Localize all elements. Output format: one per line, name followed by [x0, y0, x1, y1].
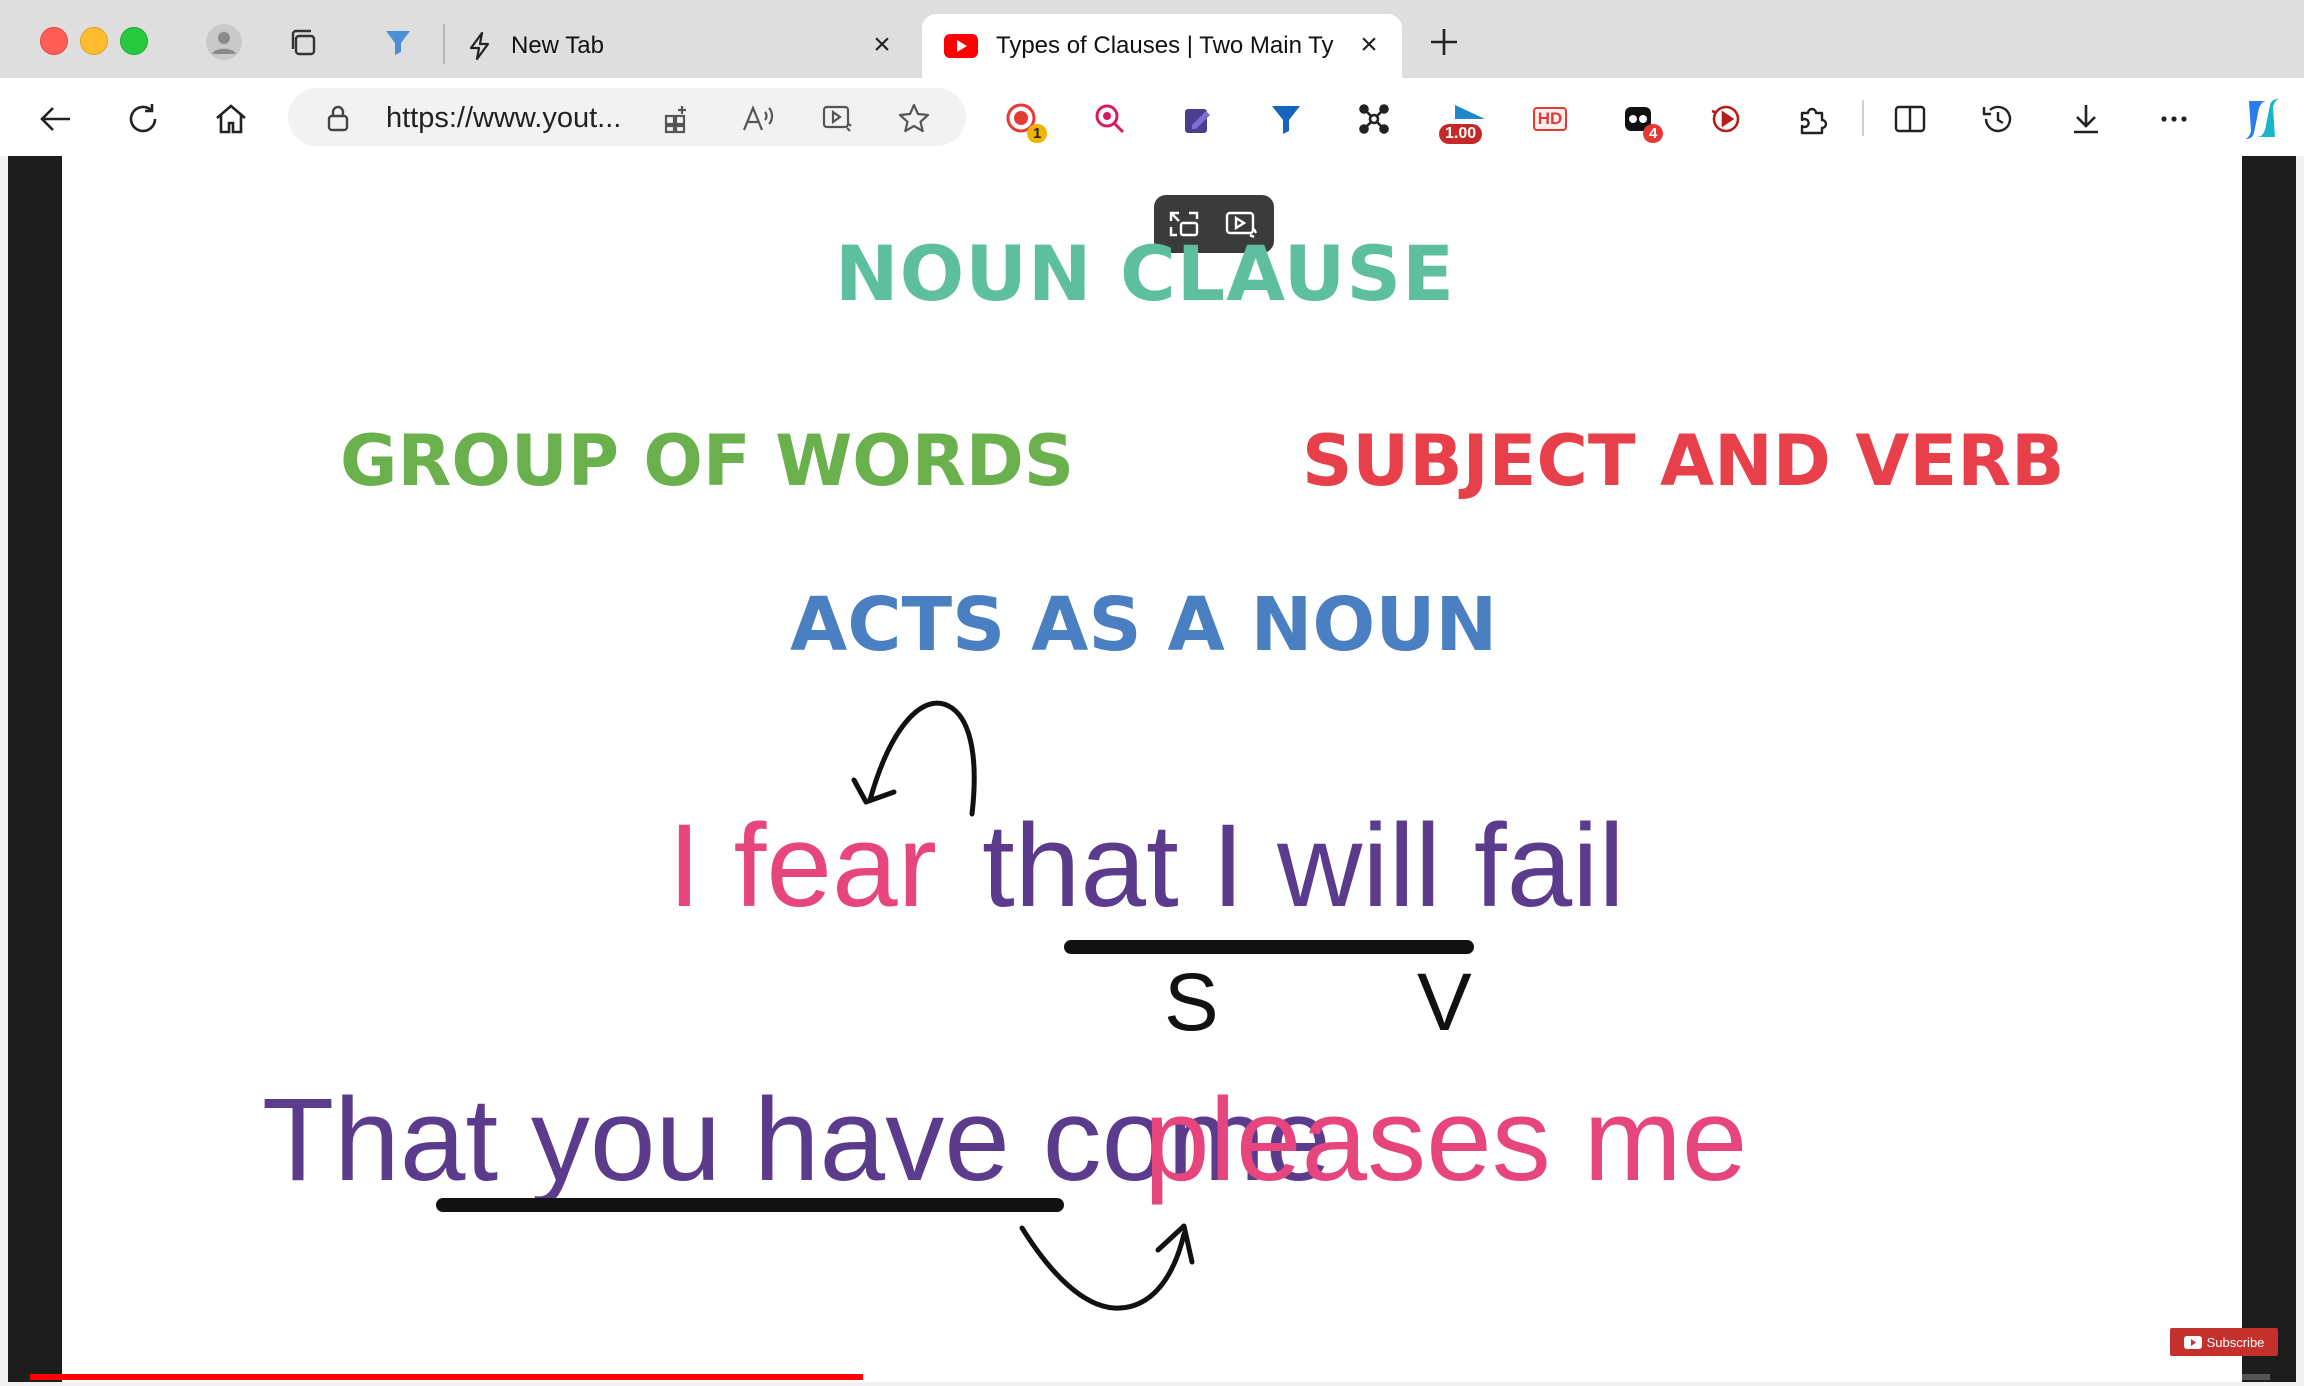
youtube-icon	[944, 34, 978, 58]
curved-arrow-right-icon	[1019, 1223, 1195, 1311]
history-icon[interactable]	[1975, 96, 2021, 142]
ghost-icon[interactable]: 4	[1615, 96, 1664, 143]
that-i-will-fail-text: that I will fail	[982, 800, 1625, 932]
video-enhance-icon[interactable]	[820, 100, 856, 136]
toolbar-divider	[1862, 100, 1864, 136]
record-icon[interactable]: 1	[999, 96, 1048, 143]
i-fear-text: I fear	[668, 800, 937, 932]
edit-note-icon[interactable]	[1175, 96, 1221, 142]
underline-clause-1	[1064, 940, 1474, 954]
funnel-tab-icon[interactable]	[378, 22, 418, 62]
record-badge: 1	[1027, 124, 1048, 143]
verb-letter-text: V	[1417, 957, 1472, 1048]
tab-bar: New Tab × Types of Clauses | Two Main Ty…	[0, 0, 2304, 78]
video-frame: NOUN CLAUSE GROUP OF WORDS SUBJECT AND V…	[62, 156, 2242, 1382]
close-tab-icon[interactable]: ×	[865, 28, 899, 62]
home-button[interactable]	[208, 96, 254, 142]
close-window-button[interactable]	[40, 27, 68, 55]
profile-icon[interactable]	[204, 22, 244, 62]
funnel-icon[interactable]	[1263, 96, 1309, 142]
maximize-window-button[interactable]	[120, 27, 148, 55]
zoom-search-icon[interactable]	[1087, 96, 1133, 142]
back-button[interactable]	[33, 96, 79, 142]
workspaces-icon[interactable]	[284, 22, 324, 62]
video-progress-bar[interactable]	[30, 1374, 2270, 1380]
video-title-text: NOUN CLAUSE	[835, 229, 1456, 318]
tab-youtube[interactable]: Types of Clauses | Two Main Ty ×	[922, 14, 1402, 78]
address-bar[interactable]: https://www.yout...	[288, 88, 966, 146]
tab-title: New Tab	[511, 32, 604, 59]
copilot-icon[interactable]	[2237, 96, 2287, 142]
tab-title: Types of Clauses | Two Main Ty	[996, 32, 1334, 59]
downloads-icon[interactable]	[2063, 96, 2109, 142]
subject-and-verb-text: SUBJECT AND VERB	[1302, 420, 2065, 502]
pleases-me-text: pleases me	[1144, 1074, 1748, 1206]
lock-icon[interactable]	[320, 100, 356, 136]
subscribe-button[interactable]: Subscribe	[2170, 1328, 2278, 1356]
youtube-logo-icon	[2183, 1335, 2202, 1349]
network-icon[interactable]	[1351, 96, 1397, 142]
url-text[interactable]: https://www.yout...	[386, 102, 621, 135]
read-aloud-icon[interactable]	[740, 100, 776, 136]
minimize-window-button[interactable]	[80, 27, 108, 55]
puzzle-icon[interactable]	[1791, 96, 1837, 142]
underline-clause-2	[436, 1198, 1064, 1212]
acts-as-a-noun-text: ACTS AS A NOUN	[790, 582, 1498, 668]
new-tab-button[interactable]	[1424, 22, 1464, 62]
group-of-words-text: GROUP OF WORDS	[340, 420, 1075, 502]
hd-icon[interactable]: HD	[1527, 96, 1573, 142]
navigation-toolbar: https://www.yout... 1 1.00 HD 4	[0, 78, 2304, 156]
speed-badge: 1.00	[1439, 124, 1483, 144]
video-player[interactable]: NOUN CLAUSE GROUP OF WORDS SUBJECT AND V…	[8, 156, 2296, 1382]
more-menu-icon[interactable]	[2151, 96, 2197, 142]
subject-letter-text: S	[1164, 957, 1219, 1048]
browser-window: New Tab × Types of Clauses | Two Main Ty…	[0, 0, 2304, 1386]
close-tab-icon[interactable]: ×	[1352, 28, 1386, 62]
favorite-star-icon[interactable]	[896, 100, 932, 136]
video-capture-icon[interactable]	[1703, 96, 1749, 142]
app-available-icon[interactable]	[660, 100, 696, 136]
refresh-button[interactable]	[120, 96, 166, 142]
lightning-icon	[465, 31, 495, 61]
video-progress-fill	[30, 1374, 864, 1380]
tab-new-tab[interactable]: New Tab ×	[455, 14, 915, 78]
tab-divider	[443, 24, 445, 64]
playback-speed-icon[interactable]: 1.00	[1439, 96, 1499, 144]
ghost-badge: 4	[1643, 124, 1664, 143]
split-screen-icon[interactable]	[1887, 96, 1933, 142]
